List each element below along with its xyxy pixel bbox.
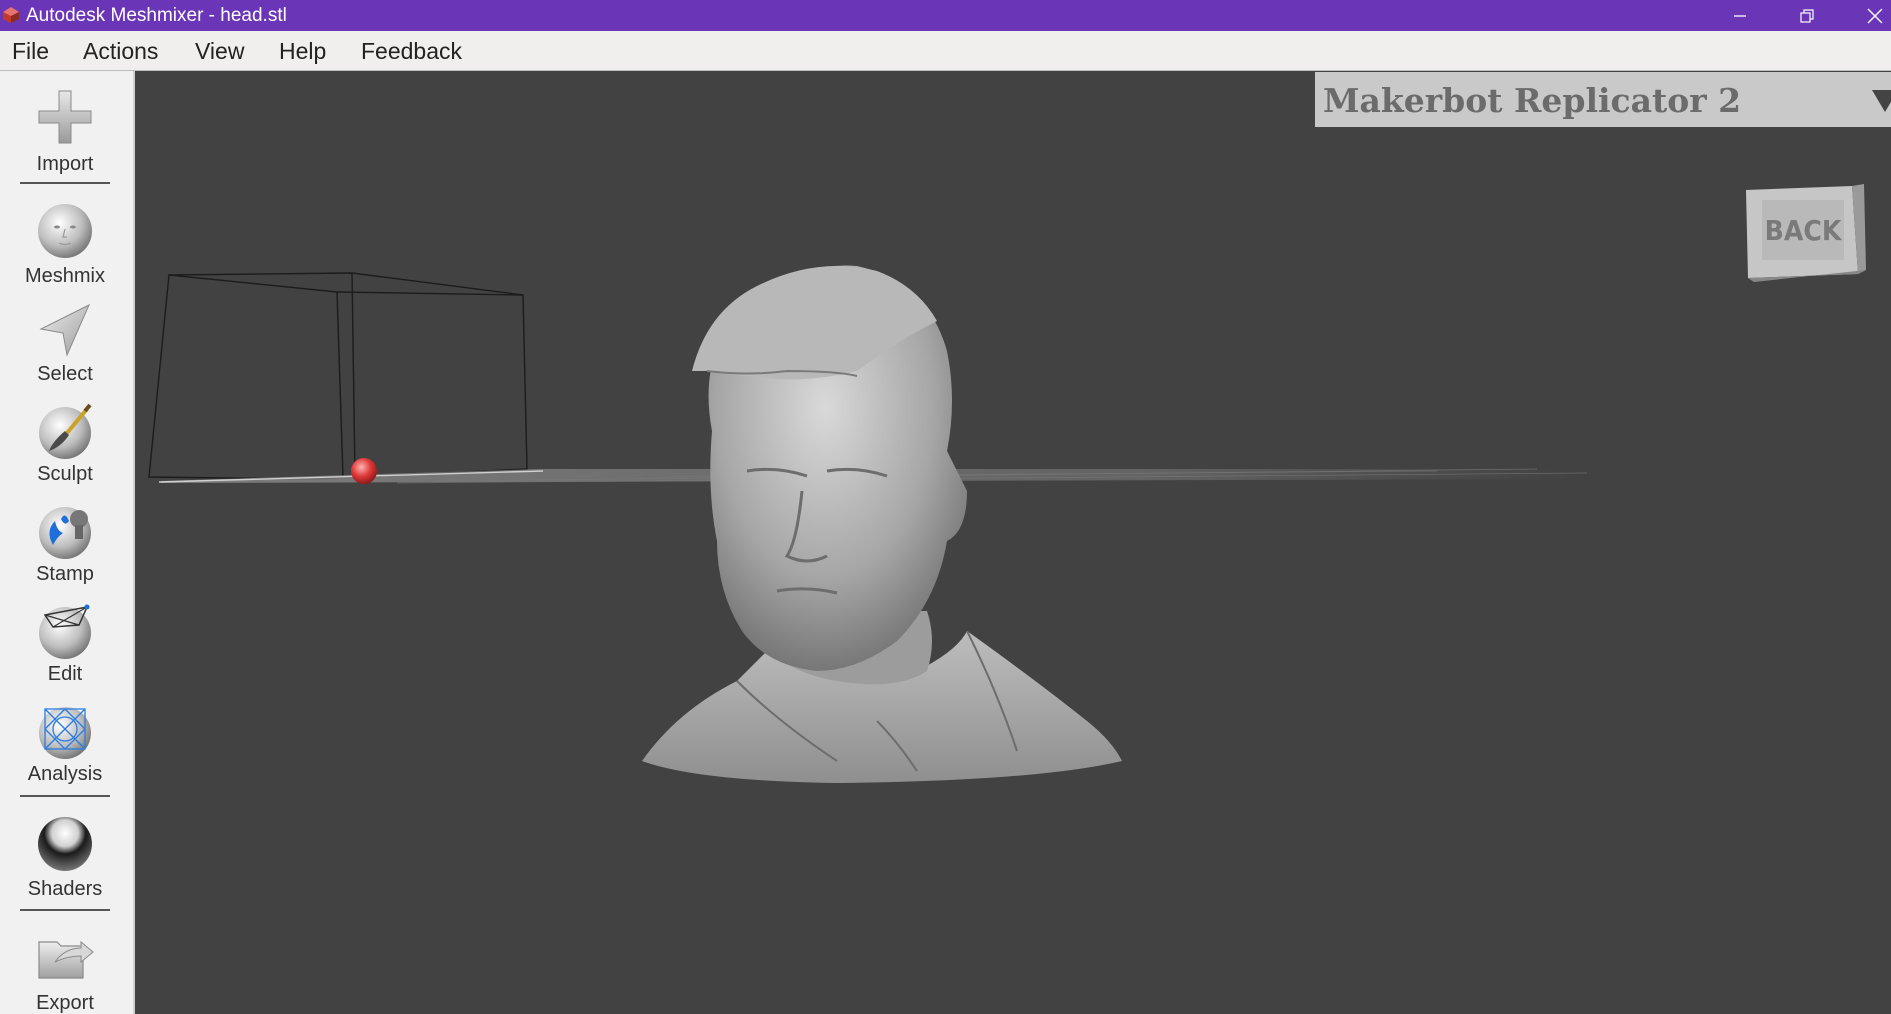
- meshmix-tool-button[interactable]: Meshmix: [0, 199, 130, 299]
- analysis-label: Analysis: [27, 763, 103, 785]
- toolbar-divider: [20, 909, 110, 911]
- close-icon: [1867, 8, 1883, 23]
- viewcube-back-label: BACK: [1765, 214, 1843, 247]
- left-toolbar: Import Meshmix Select Sculpt Stamp Edit …: [0, 71, 135, 1014]
- stamp-sphere-icon: [39, 507, 91, 559]
- analysis-tool-button[interactable]: Analysis: [0, 699, 130, 799]
- restore-button[interactable]: [1777, 0, 1837, 31]
- minimize-icon: [1734, 14, 1746, 17]
- head-mesh-model[interactable]: [642, 265, 1122, 784]
- printer-selector[interactable]: Makerbot Replicator 2: [1315, 72, 1891, 127]
- edit-label: Edit: [47, 663, 83, 685]
- sculpt-label: Sculpt: [37, 463, 93, 485]
- view-cube[interactable]: BACK: [1740, 182, 1870, 302]
- window-title: Autodesk Meshmixer - head.stl: [26, 5, 287, 26]
- menu-bar: File Actions View Help Feedback: [0, 31, 1891, 71]
- restore-icon: [1800, 8, 1814, 23]
- brush-sphere-icon: [39, 403, 92, 459]
- stamp-tool-button[interactable]: Stamp: [0, 499, 130, 599]
- import-label: Import: [36, 153, 94, 175]
- 3d-viewport[interactable]: [137, 71, 1891, 1014]
- chevron-down-icon[interactable]: [1870, 86, 1891, 114]
- toolbar-divider: [20, 795, 110, 797]
- mesh-sphere-icon: [39, 707, 91, 759]
- sculpt-tool-button[interactable]: Sculpt: [0, 399, 130, 499]
- minimize-button[interactable]: [1710, 0, 1770, 31]
- export-folder-icon: [38, 940, 94, 979]
- wireframe-sphere-icon: [39, 604, 91, 659]
- export-tool-button[interactable]: Export: [0, 926, 130, 1014]
- arrow-cursor-icon: [39, 303, 91, 357]
- menu-feedback[interactable]: Feedback: [361, 38, 462, 65]
- select-tool-button[interactable]: Select: [0, 299, 130, 399]
- meshmix-label: Meshmix: [24, 265, 105, 287]
- edit-tool-button[interactable]: Edit: [0, 599, 130, 699]
- menu-help[interactable]: Help: [279, 38, 326, 65]
- export-label: Export: [36, 992, 94, 1014]
- chrome-sphere-icon: [38, 817, 92, 871]
- shaders-label: Shaders: [27, 878, 103, 900]
- face-sphere-icon: [38, 204, 92, 258]
- menu-actions[interactable]: Actions: [83, 38, 158, 65]
- menu-file[interactable]: File: [12, 38, 49, 65]
- menu-view[interactable]: View: [195, 38, 244, 65]
- shaders-tool-button[interactable]: Shaders: [0, 812, 130, 912]
- stamp-label: Stamp: [36, 563, 94, 585]
- pivot-point[interactable]: [351, 458, 377, 484]
- title-bar: Autodesk Meshmixer - head.stl: [0, 0, 1891, 31]
- meshmixer-app-icon: [3, 7, 19, 23]
- select-label: Select: [37, 363, 93, 385]
- plus-icon: [38, 90, 92, 144]
- printer-name: Makerbot Replicator 2: [1323, 81, 1742, 120]
- build-volume-box: [148, 272, 528, 480]
- import-tool-button[interactable]: Import: [0, 85, 130, 185]
- toolbar-divider: [20, 182, 110, 184]
- close-button[interactable]: [1845, 0, 1891, 31]
- scene-canvas: [148, 265, 1588, 784]
